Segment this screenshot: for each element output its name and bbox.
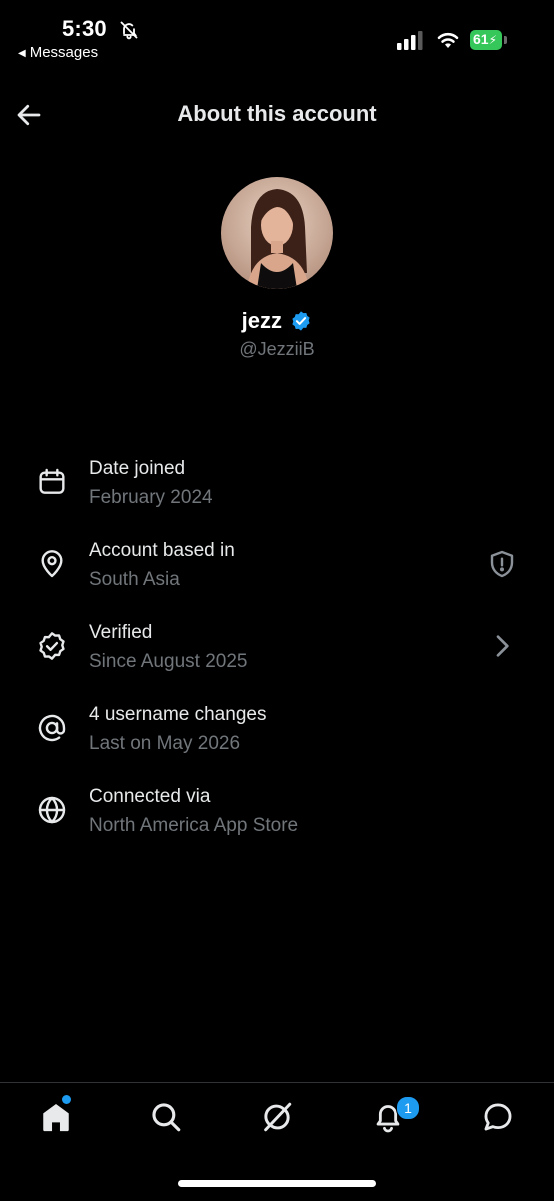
back-to-app-link[interactable]: ◀ Messages xyxy=(18,44,98,61)
info-label: Account based in xyxy=(89,540,235,561)
info-label: 4 username changes xyxy=(89,704,267,725)
avatar-illustration xyxy=(221,177,333,289)
info-row-username-changes: 4 username changes Last on May 2026 xyxy=(0,704,554,774)
battery-nub xyxy=(504,36,507,44)
info-value: South Asia xyxy=(89,569,180,590)
notifications-badge: 1 xyxy=(396,1096,420,1120)
bell-muted-icon xyxy=(119,20,139,45)
home-unread-dot xyxy=(62,1095,71,1104)
wifi-icon xyxy=(437,32,459,48)
verified-badge-icon xyxy=(292,311,311,331)
info-label: Date joined xyxy=(89,458,186,479)
tab-home[interactable] xyxy=(36,1097,76,1137)
calendar-icon xyxy=(39,468,65,494)
info-value: North America App Store xyxy=(89,815,299,836)
info-row-date-joined: Date joined February 2024 xyxy=(0,458,554,528)
tab-search[interactable] xyxy=(146,1097,186,1137)
grok-icon xyxy=(264,1102,292,1132)
shield-alert-icon[interactable] xyxy=(486,548,518,580)
info-value: Last on May 2026 xyxy=(89,733,241,754)
chevron-right-icon[interactable] xyxy=(486,630,518,662)
at-sign-icon xyxy=(38,714,66,742)
info-row-verified[interactable]: Verified Since August 2025 xyxy=(0,622,554,692)
tab-messages[interactable] xyxy=(478,1097,518,1137)
info-value: February 2024 xyxy=(89,487,213,508)
status-bar: 5:30 ◀ Messages 61⚡ xyxy=(0,0,554,70)
info-label: Connected via xyxy=(89,786,211,807)
home-indicator[interactable] xyxy=(178,1180,376,1187)
home-icon xyxy=(43,1103,69,1132)
globe-icon xyxy=(38,796,66,824)
messages-icon xyxy=(484,1103,512,1131)
info-row-connected-via: Connected via North America App Store xyxy=(0,786,554,856)
status-time: 5:30 xyxy=(62,16,107,41)
display-name: jezz xyxy=(241,308,282,333)
location-pin-icon xyxy=(41,550,63,578)
back-app-label: Messages xyxy=(29,44,99,61)
page-title: About this account xyxy=(177,101,377,126)
search-icon xyxy=(152,1103,181,1132)
battery-indicator: 61⚡ xyxy=(470,30,508,50)
info-label: Verified xyxy=(89,622,153,643)
battery-level: 61 xyxy=(473,31,489,47)
back-triangle-icon: ◀ xyxy=(18,48,26,59)
tab-grok[interactable] xyxy=(257,1097,297,1137)
verified-seal-icon xyxy=(39,632,65,660)
info-value: Since August 2025 xyxy=(89,651,248,672)
avatar[interactable] xyxy=(221,177,333,289)
name-row: jezz xyxy=(0,308,554,334)
info-row-account-based-in[interactable]: Account based in South Asia xyxy=(0,540,554,610)
user-handle: @JezziiB xyxy=(239,339,315,359)
charging-bolt-icon: ⚡ xyxy=(488,33,498,47)
cellular-signal-icon xyxy=(397,31,423,50)
